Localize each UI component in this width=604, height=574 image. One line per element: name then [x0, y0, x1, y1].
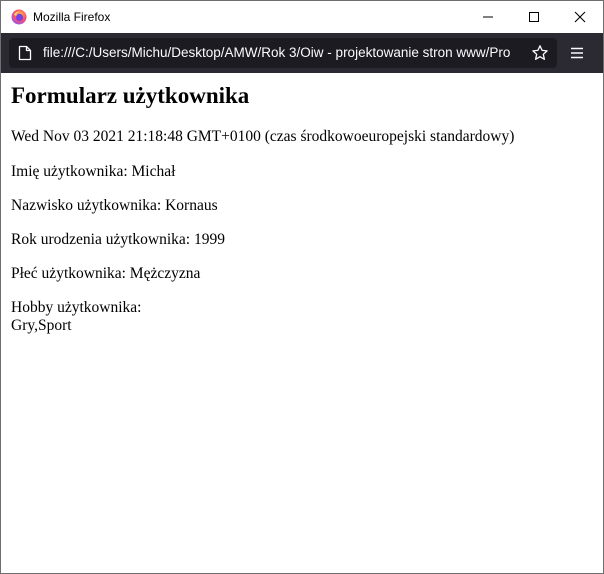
star-icon[interactable]: [531, 44, 549, 62]
last-name-text: Nazwisko użytkownika: Kornaus: [11, 197, 218, 214]
window-title: Mozilla Firefox: [33, 10, 111, 24]
close-button[interactable]: [557, 1, 603, 33]
close-icon: [574, 11, 586, 23]
firefox-logo-icon: [11, 9, 27, 25]
url-text[interactable]: file:///C:/Users/Michu/Desktop/AMW/Rok 3…: [43, 38, 527, 68]
address-bar[interactable]: file:///C:/Users/Michu/Desktop/AMW/Rok 3…: [9, 38, 557, 68]
browser-toolbar: file:///C:/Users/Michu/Desktop/AMW/Rok 3…: [1, 33, 603, 73]
browser-window: Mozilla Firefox file:///C:/Users/Michu/D…: [0, 0, 604, 574]
page-title: Formularz użytkownika: [11, 83, 250, 108]
hobby-value: Gry,Sport: [11, 317, 72, 334]
maximize-icon: [529, 12, 539, 22]
gender-text: Płeć użytkownika: Mężczyzna: [11, 265, 201, 282]
page-icon: [18, 45, 32, 61]
hamburger-menu-icon[interactable]: [569, 45, 585, 61]
title-bar: Mozilla Firefox: [1, 1, 603, 33]
birth-year-text: Rok urodzenia użytkownika: 1999: [11, 231, 225, 248]
first-name-text: Imię użytkownika: Michał: [11, 163, 176, 180]
maximize-button[interactable]: [511, 1, 557, 33]
date-text: Wed Nov 03 2021 21:18:48 GMT+0100 (czas …: [11, 128, 515, 145]
minimize-button[interactable]: [465, 1, 511, 33]
hobby-label: Hobby użytkownika:: [11, 299, 142, 316]
page-content: Formularz użytkownika Wed Nov 03 2021 21…: [1, 73, 603, 573]
minimize-icon: [483, 16, 493, 18]
